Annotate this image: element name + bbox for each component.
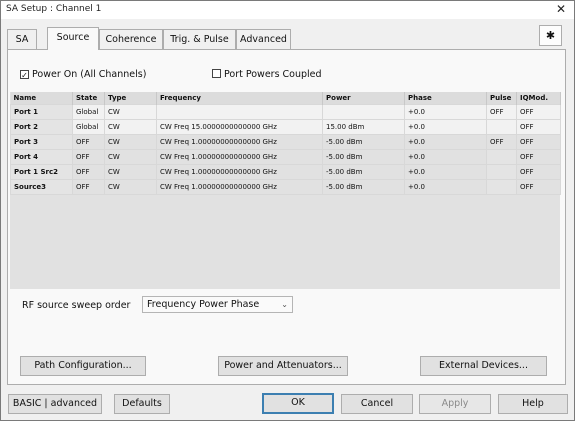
port-powers-coupled-checkbox[interactable]: Port Powers Coupled (212, 69, 322, 80)
table-row[interactable]: Port 3 OFF CW CW Freq 1.00000000000000 G… (10, 134, 561, 150)
cell-type[interactable]: CW (104, 134, 157, 150)
cell-pulse[interactable]: OFF (486, 104, 517, 120)
chevron-down-icon: ⌄ (281, 300, 288, 309)
cell-iqmod[interactable]: OFF (516, 164, 561, 180)
cell-name: Port 1 Src2 (10, 164, 73, 180)
cell-state[interactable]: OFF (72, 179, 105, 195)
sweep-order-select[interactable]: Frequency Power Phase ⌄ (142, 296, 293, 313)
cell-type[interactable]: CW (104, 119, 157, 135)
cell-iqmod[interactable]: OFF (516, 134, 561, 150)
cell-pulse[interactable] (486, 179, 517, 195)
table-row[interactable]: Source3 OFF CW CW Freq 1.00000000000000 … (10, 179, 561, 195)
close-icon[interactable]: ✕ (556, 2, 566, 16)
cell-pulse[interactable] (486, 149, 517, 165)
window-title: SA Setup : Channel 1 (6, 4, 102, 14)
cell-name: Port 3 (10, 134, 73, 150)
sweep-order-label: RF source sweep order (22, 300, 131, 311)
cell-type[interactable]: CW (104, 149, 157, 165)
help-button[interactable]: Help (498, 394, 568, 414)
tab-advanced[interactable]: Advanced (236, 29, 291, 49)
cell-pulse[interactable] (486, 119, 517, 135)
cell-power[interactable] (322, 104, 405, 120)
cell-phase[interactable]: +0.0 (404, 149, 487, 165)
basic-advanced-button[interactable]: BASIC | advanced (8, 394, 102, 414)
asterisk-icon: ✱ (545, 29, 556, 42)
cell-name: Port 1 (10, 104, 73, 120)
cell-power[interactable]: 15.00 dBm (322, 119, 405, 135)
cell-power[interactable]: -5.00 dBm (322, 179, 405, 195)
cell-phase[interactable]: +0.0 (404, 134, 487, 150)
cell-frequency[interactable] (156, 104, 323, 120)
power-on-label: Power On (All Channels) (32, 69, 147, 80)
table-row[interactable]: Port 1 Src2 OFF CW CW Freq 1.00000000000… (10, 164, 561, 180)
header-type: Type (104, 92, 157, 105)
cell-state[interactable]: OFF (72, 164, 105, 180)
header-iqmod: IQMod. (516, 92, 561, 105)
header-state: State (72, 92, 105, 105)
title-bar: SA Setup : Channel 1 ✕ (1, 1, 574, 19)
ok-button[interactable]: OK (262, 393, 334, 414)
tab-sa[interactable]: SA (7, 29, 37, 49)
cancel-button[interactable]: Cancel (341, 394, 413, 414)
tab-source[interactable]: Source (47, 27, 99, 50)
cell-name: Port 4 (10, 149, 73, 165)
gear-button[interactable]: ✱ (539, 25, 562, 46)
cell-iqmod[interactable]: OFF (516, 179, 561, 195)
table-row[interactable]: Port 2 Global CW CW Freq 15.000000000000… (10, 119, 561, 135)
header-pulse: Pulse (486, 92, 517, 105)
sa-setup-dialog: SA Setup : Channel 1 ✕ SA Source Coheren… (0, 0, 575, 421)
cell-phase[interactable]: +0.0 (404, 179, 487, 195)
checkbox-empty-icon (212, 69, 221, 78)
cell-state[interactable]: Global (72, 119, 105, 135)
cell-power[interactable]: -5.00 dBm (322, 134, 405, 150)
header-phase: Phase (404, 92, 487, 105)
external-devices-button[interactable]: External Devices... (420, 356, 547, 376)
cell-state[interactable]: OFF (72, 149, 105, 165)
cell-frequency[interactable]: CW Freq 1.00000000000000 GHz (156, 179, 323, 195)
defaults-button[interactable]: Defaults (114, 394, 170, 414)
power-on-checkbox[interactable]: ✓ Power On (All Channels) (20, 69, 146, 80)
cell-power[interactable]: -5.00 dBm (322, 149, 405, 165)
sweep-order-value: Frequency Power Phase (147, 299, 260, 310)
table-header-row: Name State Type Frequency Power Phase Pu… (10, 92, 561, 105)
header-power: Power (322, 92, 405, 105)
header-name: Name (10, 92, 73, 105)
table-row[interactable]: Port 1 Global CW +0.0 OFF OFF (10, 104, 561, 120)
cell-iqmod[interactable]: OFF (516, 119, 561, 135)
table-row[interactable]: Port 4 OFF CW CW Freq 1.00000000000000 G… (10, 149, 561, 165)
cell-state[interactable]: Global (72, 104, 105, 120)
source-table: Name State Type Frequency Power Phase Pu… (10, 92, 561, 195)
cell-frequency[interactable]: CW Freq 1.00000000000000 GHz (156, 134, 323, 150)
cell-type[interactable]: CW (104, 179, 157, 195)
header-frequency: Frequency (156, 92, 323, 105)
cell-name: Port 2 (10, 119, 73, 135)
tab-trig-pulse[interactable]: Trig. & Pulse (163, 29, 236, 49)
power-attenuators-button[interactable]: Power and Attenuators... (218, 356, 348, 376)
cell-pulse[interactable] (486, 164, 517, 180)
cell-pulse[interactable]: OFF (486, 134, 517, 150)
cell-phase[interactable]: +0.0 (404, 119, 487, 135)
cell-phase[interactable]: +0.0 (404, 164, 487, 180)
cell-state[interactable]: OFF (72, 134, 105, 150)
path-configuration-button[interactable]: Path Configuration... (20, 356, 146, 376)
cell-type[interactable]: CW (104, 104, 157, 120)
cell-frequency[interactable]: CW Freq 1.00000000000000 GHz (156, 164, 323, 180)
cell-name: Source3 (10, 179, 73, 195)
cell-power[interactable]: -5.00 dBm (322, 164, 405, 180)
cell-phase[interactable]: +0.0 (404, 104, 487, 120)
tab-coherence[interactable]: Coherence (99, 29, 163, 49)
port-powers-coupled-label: Port Powers Coupled (224, 69, 322, 80)
cell-iqmod[interactable]: OFF (516, 149, 561, 165)
cell-type[interactable]: CW (104, 164, 157, 180)
checkmark-icon: ✓ (20, 70, 29, 80)
cell-frequency[interactable]: CW Freq 15.0000000000000 GHz (156, 119, 323, 135)
apply-button[interactable]: Apply (419, 394, 491, 414)
cell-frequency[interactable]: CW Freq 1.00000000000000 GHz (156, 149, 323, 165)
cell-iqmod[interactable]: OFF (516, 104, 561, 120)
